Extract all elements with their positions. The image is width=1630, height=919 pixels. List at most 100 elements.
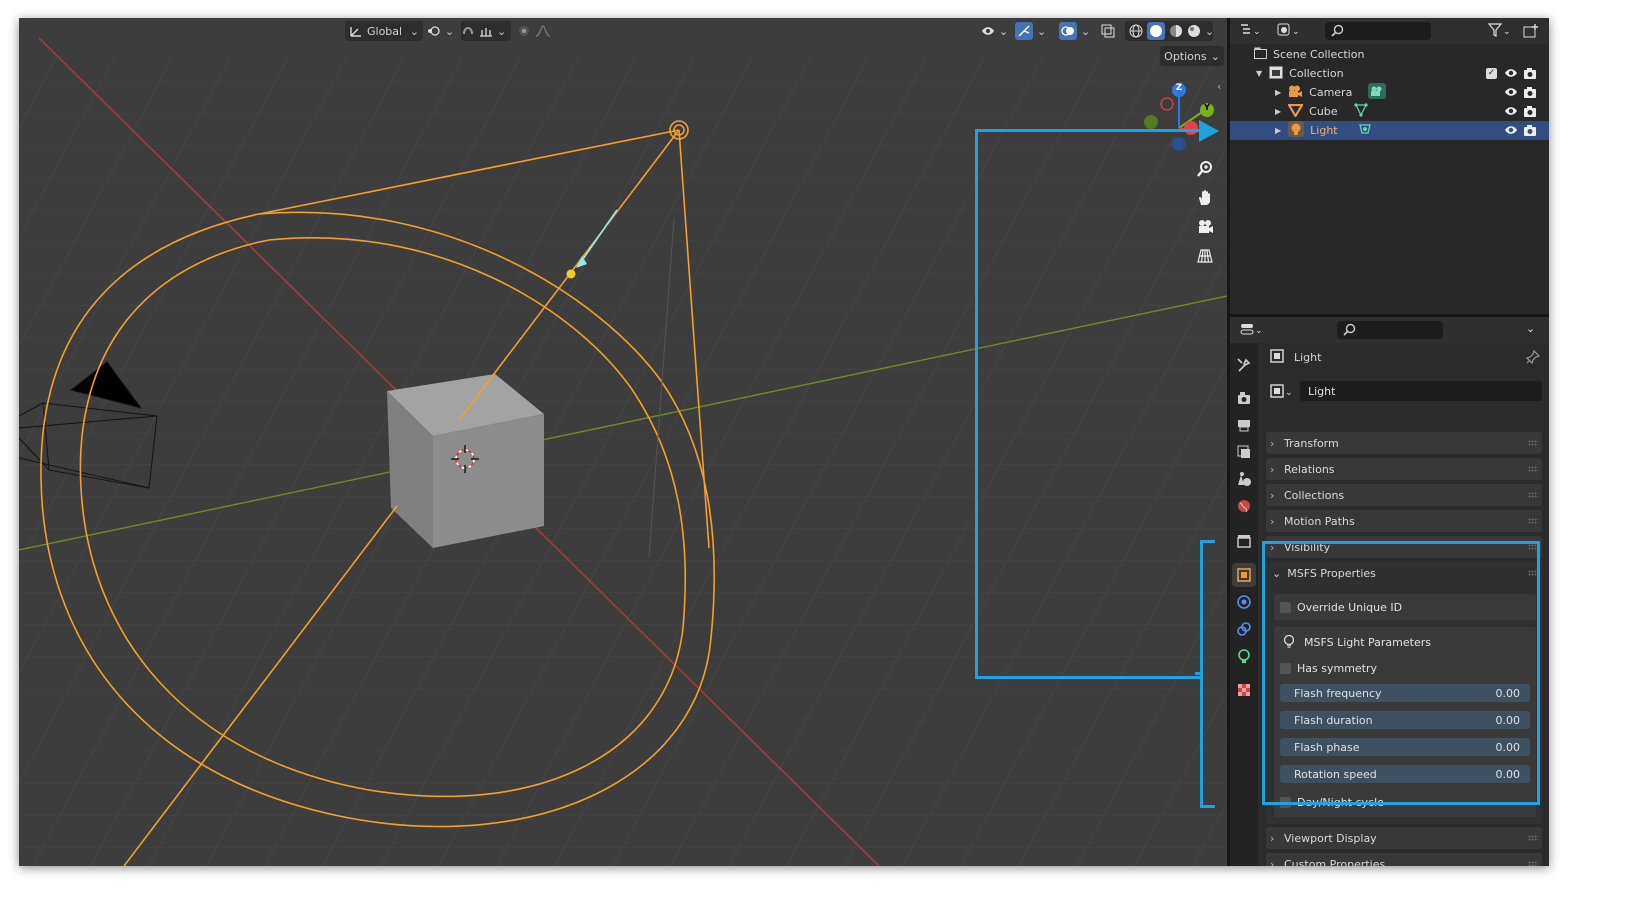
scene-tab-icon[interactable] <box>1232 467 1256 491</box>
orientation-icon <box>349 24 363 38</box>
drag-grip-icon[interactable] <box>1528 440 1538 446</box>
panel-viewport-display[interactable]: › Viewport Display <box>1266 827 1542 849</box>
chevron-down-icon: ⌄ <box>445 24 455 38</box>
exclude-checkbox-icon[interactable]: ✓ <box>1486 68 1497 79</box>
mesh-data-icon[interactable] <box>1353 103 1368 120</box>
panel-viewport-display-label: Viewport Display <box>1284 831 1377 845</box>
panel-transform-label: Transform <box>1284 436 1339 450</box>
collection-row[interactable]: ▼ Collection ✓ <box>1230 64 1549 83</box>
object-data-row: ⌄ Light <box>1266 380 1542 402</box>
sidebar-toggle-arrow[interactable]: ‹ <box>1217 80 1221 93</box>
render-camera-icon[interactable] <box>1523 124 1537 140</box>
render-tab-icon[interactable] <box>1232 386 1256 410</box>
world-tab-icon[interactable] <box>1232 494 1256 518</box>
annotation-bracket-viewport <box>975 129 1202 679</box>
expand-arrow-icon[interactable]: ▶ <box>1275 126 1281 135</box>
expand-arrow-icon[interactable]: ▼ <box>1256 69 1262 78</box>
light-data-icon[interactable] <box>1358 122 1372 139</box>
drag-grip-icon[interactable] <box>1528 492 1538 498</box>
constraints-tab-icon[interactable] <box>1232 617 1256 641</box>
eye-icon[interactable] <box>1504 105 1518 120</box>
snap-button[interactable]: ⌄ <box>461 21 511 41</box>
visibility-dropdown[interactable]: ⌄ <box>981 21 1009 41</box>
annotation-arrow-icon <box>1199 120 1219 142</box>
blender-window: Z Y Global ⌄ ⌄ ⌄ ⌄ ⌄ ⌄ ⌄ Options ⌄ ‹ ⌄ ⌄… <box>19 18 1549 866</box>
scene-collection-row[interactable]: Scene Collection <box>1230 45 1549 64</box>
eye-icon <box>981 24 995 38</box>
texture-tab-icon[interactable] <box>1232 678 1256 702</box>
expand-arrow-icon[interactable]: ▶ <box>1275 107 1281 116</box>
chevron-down-icon: ⌄ <box>1037 24 1047 38</box>
options-dropdown[interactable]: Options ⌄ <box>1160 46 1224 66</box>
editor-type-icon[interactable]: ⌄ <box>1240 322 1264 339</box>
pin-icon[interactable] <box>1525 349 1541 367</box>
xray-icon <box>1101 24 1115 38</box>
chevron-down-icon: ⌄ <box>1205 24 1215 38</box>
shading-modes[interactable]: ⌄ <box>1125 21 1215 41</box>
view-layer-tab-icon[interactable] <box>1232 440 1256 464</box>
chevron-right-icon: › <box>1270 462 1275 476</box>
outliner-item-light[interactable]: ▶ Light <box>1230 121 1549 140</box>
object-name-field[interactable]: Light <box>1300 381 1542 401</box>
physics-tab-icon[interactable] <box>1232 590 1256 614</box>
light-object-icon <box>1288 121 1305 140</box>
panel-collections[interactable]: › Collections <box>1266 484 1542 506</box>
panel-custom-properties[interactable]: › Custom Properties <box>1266 853 1542 866</box>
chevron-right-icon: › <box>1270 488 1275 502</box>
properties-search-input[interactable] <box>1337 321 1443 339</box>
transform-orientation-dropdown[interactable]: Global ⌄ <box>345 21 423 41</box>
light-target-handle[interactable] <box>566 269 576 279</box>
panel-relations[interactable]: › Relations <box>1266 458 1542 480</box>
output-tab-icon[interactable] <box>1232 413 1256 437</box>
drag-grip-icon[interactable] <box>1528 518 1538 524</box>
chevron-right-icon: › <box>1270 831 1275 845</box>
panel-motion-paths[interactable]: › Motion Paths <box>1266 510 1542 532</box>
eye-icon[interactable] <box>1504 86 1518 101</box>
svg-text:⌄: ⌄ <box>1255 326 1263 336</box>
object-browse-icon[interactable]: ⌄ <box>1270 384 1294 398</box>
wireframe-shading-icon[interactable] <box>1125 24 1143 38</box>
object-name-label: Light <box>1294 350 1322 364</box>
object-tab-icon[interactable] <box>1232 563 1256 587</box>
annotation-connector <box>1195 672 1203 675</box>
camera-data-icon[interactable] <box>1368 83 1387 102</box>
new-collection-icon[interactable] <box>1523 23 1539 41</box>
proportional-editing-button[interactable] <box>517 21 563 41</box>
render-camera-icon[interactable] <box>1523 86 1537 102</box>
tool-tab-icon[interactable] <box>1232 353 1256 377</box>
light-label: Light <box>1310 124 1338 137</box>
rendered-shading-icon[interactable] <box>1187 24 1201 38</box>
expand-arrow-icon[interactable]: ▶ <box>1275 88 1281 97</box>
light-data-tab-icon[interactable] <box>1232 644 1256 668</box>
material-shading-icon[interactable] <box>1169 24 1183 38</box>
drag-grip-icon[interactable] <box>1528 835 1538 841</box>
outliner-search-input[interactable] <box>1325 22 1431 40</box>
render-camera-icon[interactable] <box>1523 105 1537 121</box>
render-camera-icon[interactable] <box>1523 67 1537 83</box>
falloff-icon <box>535 24 551 38</box>
outliner-item-camera[interactable]: ▶ Camera <box>1230 83 1549 102</box>
snap-increment-icon <box>479 24 493 38</box>
overlays-toggle[interactable]: ⌄ <box>1059 21 1093 41</box>
drag-grip-icon[interactable] <box>1528 466 1538 472</box>
annotation-highlight-msfs <box>1262 541 1540 805</box>
display-mode-icon[interactable]: ⌄ <box>1240 23 1262 40</box>
gizmo-toggle[interactable]: ⌄ <box>1015 21 1049 41</box>
options-label: Options <box>1164 49 1207 63</box>
cube-object[interactable] <box>387 374 544 548</box>
gizmo-y-label: Y <box>1203 103 1211 113</box>
chevron-down-icon: ⌄ <box>1081 24 1091 38</box>
collection-tab-icon[interactable] <box>1232 529 1256 553</box>
chevron-down-icon[interactable]: ⌄ <box>1526 322 1535 335</box>
eye-icon[interactable] <box>1504 67 1518 82</box>
eye-icon[interactable] <box>1504 124 1518 139</box>
xray-toggle[interactable] <box>1101 21 1121 41</box>
pivot-point-button[interactable]: ⌄ <box>427 21 455 41</box>
panel-transform[interactable]: › Transform <box>1266 432 1542 454</box>
outliner-item-cube[interactable]: ▶ Cube <box>1230 102 1549 121</box>
solid-shading-icon[interactable] <box>1147 22 1165 40</box>
svg-text:⌄: ⌄ <box>1503 27 1511 37</box>
filter-icon[interactable]: ⌄ <box>1487 23 1512 40</box>
drag-grip-icon[interactable] <box>1528 861 1538 866</box>
filter-view-icon[interactable]: ⌄ <box>1277 23 1301 40</box>
